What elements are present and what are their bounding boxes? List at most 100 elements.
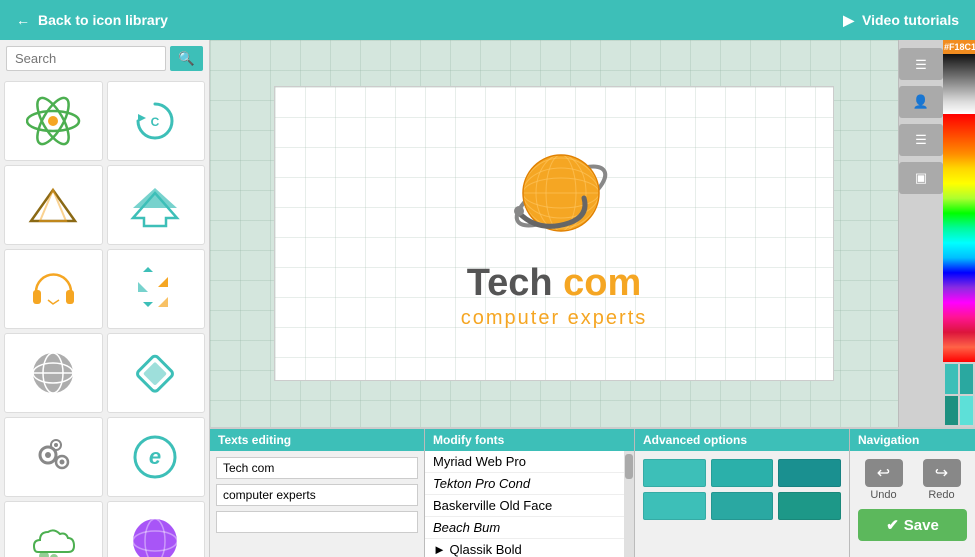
font-item-baskerville[interactable]: Baskerville Old Face: [425, 495, 624, 517]
logo-globe-graphic: [489, 138, 619, 258]
logo-text-tech: Tech: [467, 262, 563, 304]
color-swatch-3[interactable]: [945, 396, 958, 426]
nav-header: Navigation: [850, 429, 975, 451]
undo-button[interactable]: ↩ Undo: [865, 459, 903, 501]
font-item-qlassik[interactable]: ► Qlassik Bold: [425, 539, 624, 557]
color-column: #F18C1F: [943, 40, 975, 427]
icon-item-sphere[interactable]: [107, 501, 206, 557]
text-field-2[interactable]: [216, 484, 418, 506]
adv-swatch-1[interactable]: [643, 459, 706, 487]
texts-editing-body: [210, 451, 424, 557]
content-row: 🔍 C: [0, 40, 975, 557]
layout-tool-2-button[interactable]: 👤: [899, 86, 943, 118]
text-field-3[interactable]: [216, 511, 418, 533]
icon-item-arrow-up[interactable]: [107, 165, 206, 245]
layout-tool-1-button[interactable]: ☰: [899, 48, 943, 80]
color-swatch-1[interactable]: [945, 364, 958, 394]
cloud-icon: [26, 514, 81, 557]
redo-label: Redo: [928, 489, 954, 501]
diamond-icon: [128, 346, 183, 401]
font-item-tekton[interactable]: Tekton Pro Cond: [425, 473, 624, 495]
modify-fonts-section: Modify fonts Myriad Web Pro Tekton Pro C…: [425, 429, 635, 557]
color-swatch-4[interactable]: [960, 396, 973, 426]
icon-grid: C: [0, 77, 209, 557]
navigation-section: Navigation ↩ Undo ↪ Redo: [850, 429, 975, 557]
adv-swatch-6[interactable]: [778, 492, 841, 520]
sphere-icon: [128, 514, 183, 557]
texts-editing-section: Texts editing: [210, 429, 425, 557]
undo-icon: ↩: [865, 459, 903, 487]
logo-text-line2: computer experts: [461, 307, 648, 330]
color-spectrum-strip[interactable]: [943, 114, 975, 362]
font-item-myriad[interactable]: Myriad Web Pro: [425, 451, 624, 473]
redo-icon: ↪: [923, 459, 961, 487]
icon-item-headphones[interactable]: [4, 249, 103, 329]
adv-swatch-4[interactable]: [643, 492, 706, 520]
nav-header-label: Navigation: [858, 433, 919, 447]
refresh-icon: C: [128, 94, 183, 149]
advanced-header: Advanced options: [635, 429, 849, 451]
list-icon-2: ☰: [915, 132, 927, 148]
font-scrollbar[interactable]: [624, 451, 634, 557]
layout-tool-4-button[interactable]: ▣: [899, 162, 943, 194]
undo-redo-group: ↩ Undo ↪ Redo: [865, 459, 961, 501]
layout-tool-3-button[interactable]: ☰: [899, 124, 943, 156]
adv-swatch-3[interactable]: [778, 459, 841, 487]
atom-icon: [26, 94, 81, 149]
card-icon: ▣: [915, 170, 927, 186]
search-bar: 🔍: [0, 40, 209, 77]
icon-item-circle-e[interactable]: e: [107, 417, 206, 497]
icon-item-atom[interactable]: [4, 81, 103, 161]
grayscale-strip[interactable]: [943, 54, 975, 114]
text-field-1[interactable]: [216, 457, 418, 479]
color-hex-badge[interactable]: #F18C1F: [943, 40, 975, 54]
back-to-library-button[interactable]: ← Back to icon library: [16, 12, 168, 28]
app-container: ← Back to icon library ▶ Video tutorials…: [0, 0, 975, 557]
arrow-up-icon: [128, 178, 183, 233]
color-swatch-2[interactable]: [960, 364, 973, 394]
person-icon: 👤: [913, 94, 929, 110]
fonts-header-label: Modify fonts: [433, 433, 504, 447]
svg-text:e: e: [149, 444, 161, 469]
save-button[interactable]: ✔ Save: [858, 509, 967, 541]
bottom-panel: Texts editing Modify fonts M: [210, 427, 975, 557]
icon-item-gears[interactable]: [4, 417, 103, 497]
circle-e-icon: e: [128, 430, 183, 485]
icon-item-cloud[interactable]: [4, 501, 103, 557]
icon-item-diamond[interactable]: [107, 333, 206, 413]
video-icon: ▶: [843, 12, 854, 29]
logo-canvas: Tech com computer experts: [274, 86, 834, 381]
center-right: Tech com computer experts ☰ 👤 ☰: [210, 40, 975, 557]
icon-item-arrows[interactable]: [107, 249, 206, 329]
font-list: Myriad Web Pro Tekton Pro Cond Baskervil…: [425, 451, 624, 557]
video-label: Video tutorials: [862, 12, 959, 28]
redo-button[interactable]: ↪ Redo: [923, 459, 961, 501]
video-tutorials-button[interactable]: ▶ Video tutorials: [843, 12, 959, 29]
search-icon: 🔍: [178, 51, 195, 66]
save-check-icon: ✔: [886, 516, 899, 534]
logo-text-line1: Tech com: [467, 262, 642, 305]
fonts-list-area: Myriad Web Pro Tekton Pro Cond Baskervil…: [425, 451, 634, 557]
adv-swatch-5[interactable]: [711, 492, 774, 520]
nav-inner: ↩ Undo ↪ Redo ✔ Save: [850, 451, 975, 557]
headphones-icon: [26, 262, 81, 317]
icon-item-globe-gray[interactable]: [4, 333, 103, 413]
search-input[interactable]: [6, 46, 166, 71]
bottom-color-swatches: [943, 362, 975, 427]
icon-library-panel: 🔍 C: [0, 40, 210, 557]
icon-item-refresh[interactable]: C: [107, 81, 206, 161]
header: ← Back to icon library ▶ Video tutorials: [0, 0, 975, 40]
advanced-header-label: Advanced options: [643, 433, 747, 447]
search-button[interactable]: 🔍: [170, 46, 203, 71]
icon-item-mountain[interactable]: [4, 165, 103, 245]
back-arrow-icon: ←: [16, 12, 30, 28]
font-item-beach[interactable]: Beach Bum: [425, 517, 624, 539]
undo-label: Undo: [870, 489, 896, 501]
canvas-area[interactable]: Tech com computer experts: [210, 40, 898, 427]
canvas-row: Tech com computer experts ☰ 👤 ☰: [210, 40, 975, 427]
globe-gray-icon: [26, 346, 81, 401]
adv-swatch-2[interactable]: [711, 459, 774, 487]
back-label: Back to icon library: [38, 12, 168, 28]
list-icon-1: ☰: [915, 58, 927, 71]
texts-header-label: Texts editing: [218, 433, 291, 447]
